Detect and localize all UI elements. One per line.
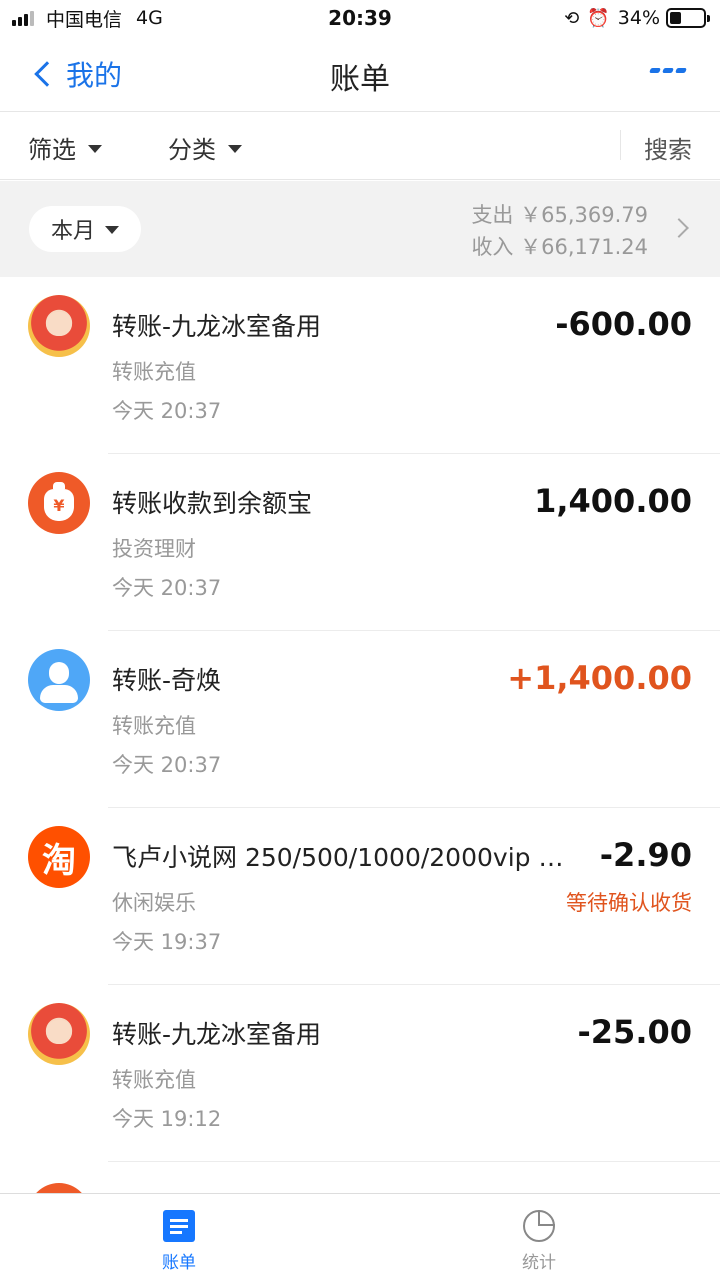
transaction-status: 等待确认收货 [566,891,692,915]
month-selector[interactable]: 本月 [29,206,141,252]
transaction-title: 转账收款到余额宝 [112,489,313,518]
category-dropdown[interactable]: 分类 [168,130,242,165]
taobao-icon: 淘 [28,826,90,888]
more-dot [649,68,661,73]
transaction-time: 今天 20:37 [112,753,222,777]
transaction-time: 今天 20:37 [112,399,222,423]
filter-label: 筛选 [28,136,76,164]
totals[interactable]: 支出 ￥65,369.79 收入 ￥66,171.24 [471,199,648,263]
filter-dropdown[interactable]: 筛选 [28,130,102,165]
more-button[interactable] [647,68,687,73]
transaction-category: 转账充值 [112,714,196,738]
transaction-category: 转账充值 [112,1068,196,1092]
transaction-category: 转账充值 [112,360,196,384]
rotation-lock-icon: ⟲ [564,7,580,29]
month-label: 本月 [50,219,95,244]
transaction-title: 转账-九龙冰室备用 [112,1020,322,1049]
transaction-amount: -25.00 [577,1013,693,1051]
transaction-row[interactable]: 转账-九龙冰室备用 转账充值 今天 20:37 -600.00 [0,277,720,454]
transaction-row[interactable]: 转账-奇焕 转账充值 今天 20:37 +1,400.00 [0,631,720,808]
partial-avatar [28,1183,90,1193]
transaction-row[interactable]: 转账-九龙冰室备用 转账充值 今天 19:12 -25.00 [0,985,720,1162]
tab-stats[interactable]: 统计 [479,1210,599,1273]
divider [620,130,621,160]
transaction-title: 飞卢小说网 250/500/1000/2000vip 点... [112,843,582,872]
battery-icon [666,8,710,28]
month-summary: 本月 支出 ￥65,369.79 收入 ￥66,171.24 [0,181,720,277]
status-right: ⟲ ⏰ 34% [564,6,710,30]
yuebao-bag-icon: ¥ [28,472,90,534]
transaction-time: 今天 19:37 [112,930,222,954]
transaction-time: 今天 19:12 [112,1107,222,1131]
search-button[interactable]: 搜索 [644,130,692,165]
transaction-title: 转账-九龙冰室备用 [112,312,322,341]
transaction-amount: -600.00 [555,305,692,343]
transaction-time: 今天 20:37 [112,576,222,600]
caret-down-icon [228,144,242,153]
status-bar: 中国电信 4G 20:39 ⟲ ⏰ 34% [0,0,720,36]
transaction-amount: +1,400.00 [507,659,692,697]
transaction-row[interactable]: 淘 飞卢小说网 250/500/1000/2000vip 点... 休闲娱乐 今… [0,808,720,985]
tab-bill-label: 账单 [162,1253,196,1273]
transaction-category: 休闲娱乐 [112,891,196,915]
divider [108,1161,720,1162]
money-bag-glyph: ¥ [44,482,74,521]
battery-fill [670,12,681,24]
user-body [40,685,78,703]
caret-down-icon [105,226,119,234]
expense-total: 支出 ￥65,369.79 [471,203,648,227]
transaction-amount: -2.90 [599,836,692,874]
transaction-title: 转账-奇焕 [112,666,222,695]
transaction-row[interactable]: ¥ 转账收款到余额宝 投资理财 今天 20:37 1,400.00 [0,454,720,631]
bill-icon [163,1210,195,1242]
fortune-god-avatar [28,1003,90,1065]
category-label: 分类 [168,136,216,164]
page-title: 账单 [330,62,390,97]
fortune-god-avatar [28,295,90,357]
user-head [49,662,69,684]
transaction-category: 投资理财 [112,537,196,561]
tab-stats-label: 统计 [522,1253,556,1273]
avatar-face [46,312,72,336]
transaction-amount: 1,400.00 [534,482,692,520]
battery-percent: 34% [617,7,660,29]
transaction-list: 转账-九龙冰室备用 转账充值 今天 20:37 -600.00 ¥ 转账收款到余… [0,277,720,1193]
caret-down-icon [88,144,102,153]
avatar-face [46,1020,72,1044]
more-dot [675,68,687,73]
filter-bar: 筛选 分类 搜索 [0,112,720,180]
default-user-avatar [28,649,90,711]
tab-bill[interactable]: 账单 [119,1210,239,1273]
navigation-bar: 我的 账单 [0,36,720,112]
pie-chart-icon [523,1210,555,1242]
tab-bar: 账单 统计 [0,1193,720,1280]
alarm-icon: ⏰ [587,7,610,29]
chevron-right-icon[interactable] [669,218,689,238]
income-total: 收入 ￥66,171.24 [471,235,648,259]
more-dot [662,68,674,73]
